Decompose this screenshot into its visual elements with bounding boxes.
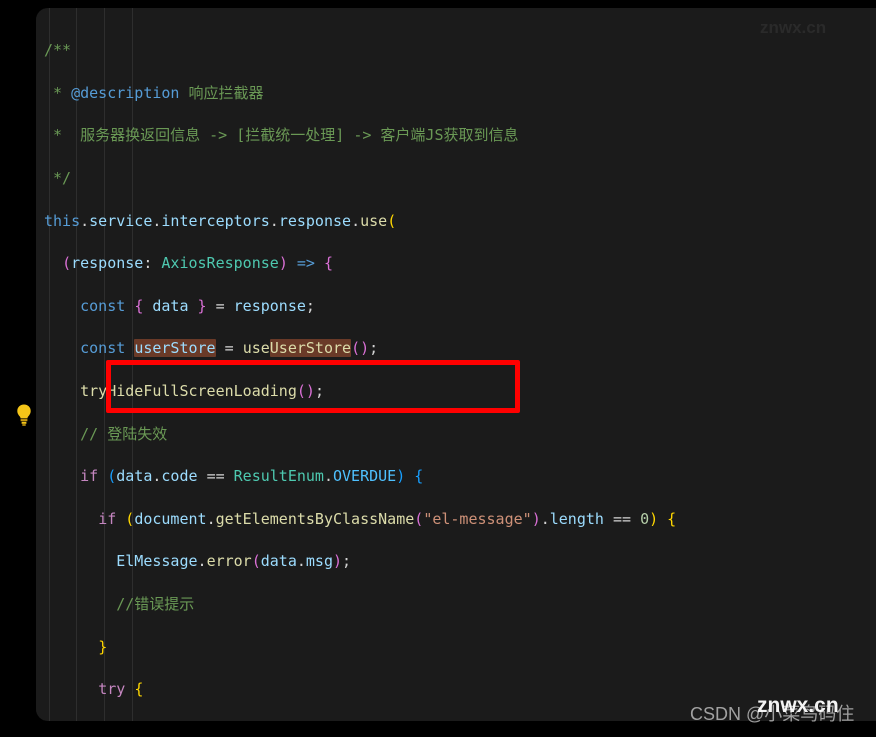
code-line: * @description 响应拦截器: [44, 83, 264, 102]
code-line: const userStore = useUserStore();: [80, 339, 379, 358]
code-line: }: [98, 637, 108, 656]
code-line: if (data.code == ResultEnum.OVERDUE) {: [80, 467, 424, 486]
editor-gutter: [36, 8, 44, 721]
code-line: * 服务器换返回信息 -> [拦截统一处理] -> 客户端JS获取到信息: [44, 126, 519, 145]
code-line: const { data } = response;: [80, 296, 315, 315]
watermark-znwx: znwx.cn: [757, 694, 839, 717]
code-line: ElMessage.error(data.msg);: [116, 552, 352, 571]
code-line: if (document.getElementsByClassName("el-…: [98, 509, 677, 528]
code-line: /**: [44, 41, 72, 60]
code-line: //错误提示: [116, 595, 195, 614]
code-line: (response: AxiosResponse) => {: [62, 254, 333, 273]
red-highlight-rectangle: [106, 360, 520, 413]
code-screenshot: /** * @description 响应拦截器 * 服务器换返回信息 -> […: [0, 0, 876, 737]
code-line: */: [44, 169, 72, 188]
watermark-top-right: znwx.cn: [760, 18, 827, 37]
code-line: // 登陆失效: [80, 424, 168, 443]
quick-fix-lightbulb-icon[interactable]: [14, 403, 34, 427]
code-line: this.service.interceptors.response.use(: [44, 211, 397, 230]
code-line: try {: [98, 680, 144, 699]
